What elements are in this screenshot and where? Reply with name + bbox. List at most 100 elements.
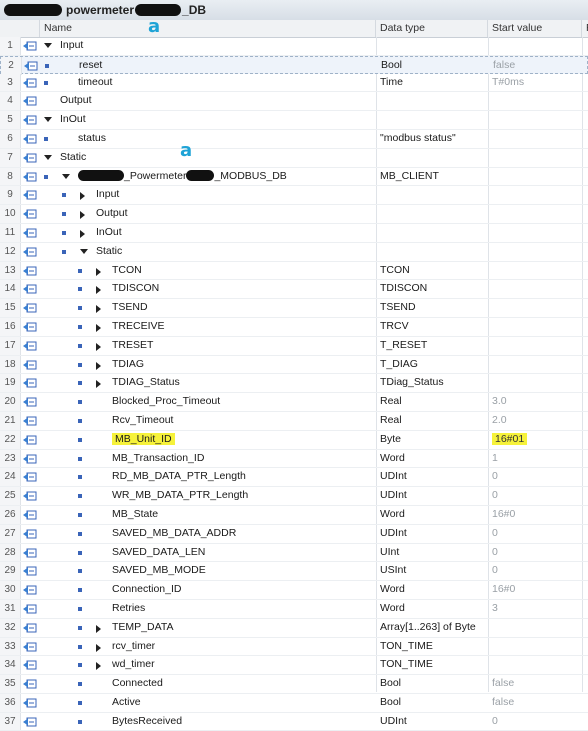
variable-name[interactable]: timeout: [78, 74, 112, 92]
start-value-cell[interactable]: false: [492, 675, 514, 693]
start-value-cell[interactable]: 16#01: [492, 431, 528, 449]
table-row[interactable]: 5 InOut: [0, 111, 588, 130]
expand-icon[interactable]: [96, 286, 101, 295]
table-row[interactable]: 32 TEMP_DATA Array[1..263] of Byte: [0, 618, 588, 638]
data-type-cell[interactable]: TDISCON: [380, 280, 427, 298]
collapse-icon[interactable]: [80, 248, 88, 254]
data-type-cell[interactable]: T_DIAG: [380, 356, 418, 374]
variable-name[interactable]: RD_MB_DATA_PTR_Length: [112, 468, 246, 486]
data-type-cell[interactable]: Real: [380, 412, 402, 430]
start-value-cell[interactable]: 0: [492, 468, 498, 486]
start-value-cell[interactable]: 0: [492, 713, 498, 731]
variable-name[interactable]: SAVED_MB_DATA_ADDR: [112, 525, 236, 543]
variable-name[interactable]: Input: [96, 186, 119, 204]
data-type-cell[interactable]: Byte: [380, 431, 401, 449]
variable-name[interactable]: Static: [96, 243, 122, 261]
data-type-cell[interactable]: Word: [380, 450, 405, 468]
table-row[interactable]: 31 Retries Word 3: [0, 599, 588, 619]
variable-name[interactable]: rcv_timer: [112, 638, 155, 656]
table-row[interactable]: 6 status "modbus status": [0, 129, 588, 149]
variable-name[interactable]: wd_timer: [112, 656, 155, 674]
data-type-cell[interactable]: TON_TIME: [380, 656, 433, 674]
table-row[interactable]: 20 Blocked_Proc_Timeout Real 3.0: [0, 393, 588, 412]
variable-name[interactable]: SAVED_DATA_LEN: [112, 544, 205, 562]
data-type-cell[interactable]: Word: [380, 581, 405, 599]
collapse-icon[interactable]: [44, 154, 52, 160]
variable-name[interactable]: Blocked_Proc_Timeout: [112, 393, 220, 411]
start-value-cell[interactable]: false: [492, 694, 514, 712]
data-type-cell[interactable]: USInt: [380, 562, 406, 580]
table-row[interactable]: 3 timeout Time T#0ms: [0, 73, 588, 93]
variable-name[interactable]: TCON: [112, 262, 142, 280]
variable-name[interactable]: InOut: [60, 111, 86, 129]
variable-name[interactable]: SAVED_MB_MODE: [112, 562, 206, 580]
variable-name[interactable]: TRECEIVE: [112, 318, 165, 336]
variable-name[interactable]: TDISCON: [112, 280, 159, 298]
expand-icon[interactable]: [80, 211, 85, 220]
start-value-cell[interactable]: 3: [492, 600, 498, 618]
start-value-cell[interactable]: 16#0: [492, 506, 515, 524]
variable-name[interactable]: TDIAG_Status: [112, 374, 180, 392]
variable-name[interactable]: Static: [60, 149, 86, 167]
expand-icon[interactable]: [96, 323, 101, 332]
variable-name[interactable]: MB_Transaction_ID: [112, 450, 204, 468]
table-row[interactable]: 23 MB_Transaction_ID Word 1: [0, 449, 588, 469]
data-type-cell[interactable]: Word: [380, 600, 405, 618]
data-type-cell[interactable]: Real: [380, 393, 402, 411]
data-type-cell[interactable]: TSEND: [380, 299, 416, 317]
table-row[interactable]: 19 TDIAG_Status TDiag_Status: [0, 374, 588, 394]
variable-name[interactable]: Retries: [112, 600, 145, 618]
table-row[interactable]: 13 TCON TCON: [0, 261, 588, 281]
table-row[interactable]: 11 InOut: [0, 223, 588, 243]
start-value-cell[interactable]: 3.0: [492, 393, 507, 411]
data-type-cell[interactable]: UDInt: [380, 487, 407, 505]
data-type-cell[interactable]: "modbus status": [380, 130, 456, 148]
data-type-cell[interactable]: T_RESET: [380, 337, 427, 355]
collapse-icon[interactable]: [44, 117, 52, 123]
start-value-cell[interactable]: 1: [492, 450, 498, 468]
data-type-cell[interactable]: Array[1..263] of Byte: [380, 619, 476, 637]
table-row[interactable]: 37 BytesReceived UDInt 0: [0, 712, 588, 731]
data-type-cell[interactable]: UInt: [380, 544, 399, 562]
data-type-cell[interactable]: MB_CLIENT: [380, 168, 439, 186]
start-value-cell[interactable]: T#0ms: [492, 74, 524, 92]
variable-name[interactable]: Output: [60, 92, 92, 110]
variable-name[interactable]: Connection_ID: [112, 581, 181, 599]
data-type-cell[interactable]: TDiag_Status: [380, 374, 444, 392]
table-row[interactable]: 2 reset Bool false: [0, 55, 588, 75]
table-row[interactable]: 24 RD_MB_DATA_PTR_Length UDInt 0: [0, 468, 588, 488]
variable-name[interactable]: status: [78, 130, 106, 148]
table-row[interactable]: 18 TDIAG T_DIAG: [0, 355, 588, 375]
table-row[interactable]: 22 MB_Unit_ID Byte 16#01: [0, 430, 588, 450]
data-type-cell[interactable]: UDInt: [380, 713, 407, 731]
expand-icon[interactable]: [80, 192, 85, 201]
table-row[interactable]: 26 MB_State Word 16#0: [0, 505, 588, 525]
variable-name[interactable]: TEMP_DATA: [112, 619, 173, 637]
table-row[interactable]: 7 Static: [0, 148, 588, 168]
start-value-cell[interactable]: 16#0: [492, 581, 515, 599]
table-row[interactable]: 8 _Powermeter _MODBUS_DB MB_CLIENT: [0, 167, 588, 187]
start-value-cell[interactable]: 2.0: [492, 412, 507, 430]
header-name[interactable]: Name: [40, 20, 376, 37]
data-type-cell[interactable]: UDInt: [380, 468, 407, 486]
variable-name[interactable]: _Powermeter _MODBUS_DB: [78, 168, 287, 186]
expand-icon[interactable]: [80, 229, 85, 238]
variable-name[interactable]: MB_Unit_ID: [112, 431, 175, 449]
variable-name[interactable]: reset: [79, 57, 102, 75]
expand-icon[interactable]: [96, 361, 101, 370]
variable-name[interactable]: Rcv_Timeout: [112, 412, 173, 430]
table-row[interactable]: 21 Rcv_Timeout Real 2.0: [0, 411, 588, 431]
collapse-icon[interactable]: [44, 43, 52, 48]
variable-name[interactable]: Active: [112, 694, 141, 712]
data-type-cell[interactable]: Bool: [381, 57, 402, 75]
data-type-cell[interactable]: Word: [380, 506, 405, 524]
variable-name[interactable]: Output: [96, 205, 128, 223]
table-row[interactable]: 27 SAVED_MB_DATA_ADDR UDInt 0: [0, 524, 588, 544]
table-row[interactable]: 35 Connected Bool false: [0, 675, 588, 694]
start-value-cell[interactable]: 0: [492, 525, 498, 543]
table-row[interactable]: 15 TSEND TSEND: [0, 299, 588, 318]
expand-icon[interactable]: [96, 342, 101, 351]
expand-icon[interactable]: [96, 662, 101, 671]
table-row[interactable]: 9 Input: [0, 186, 588, 206]
table-row[interactable]: 36 Active Bool false: [0, 693, 588, 713]
